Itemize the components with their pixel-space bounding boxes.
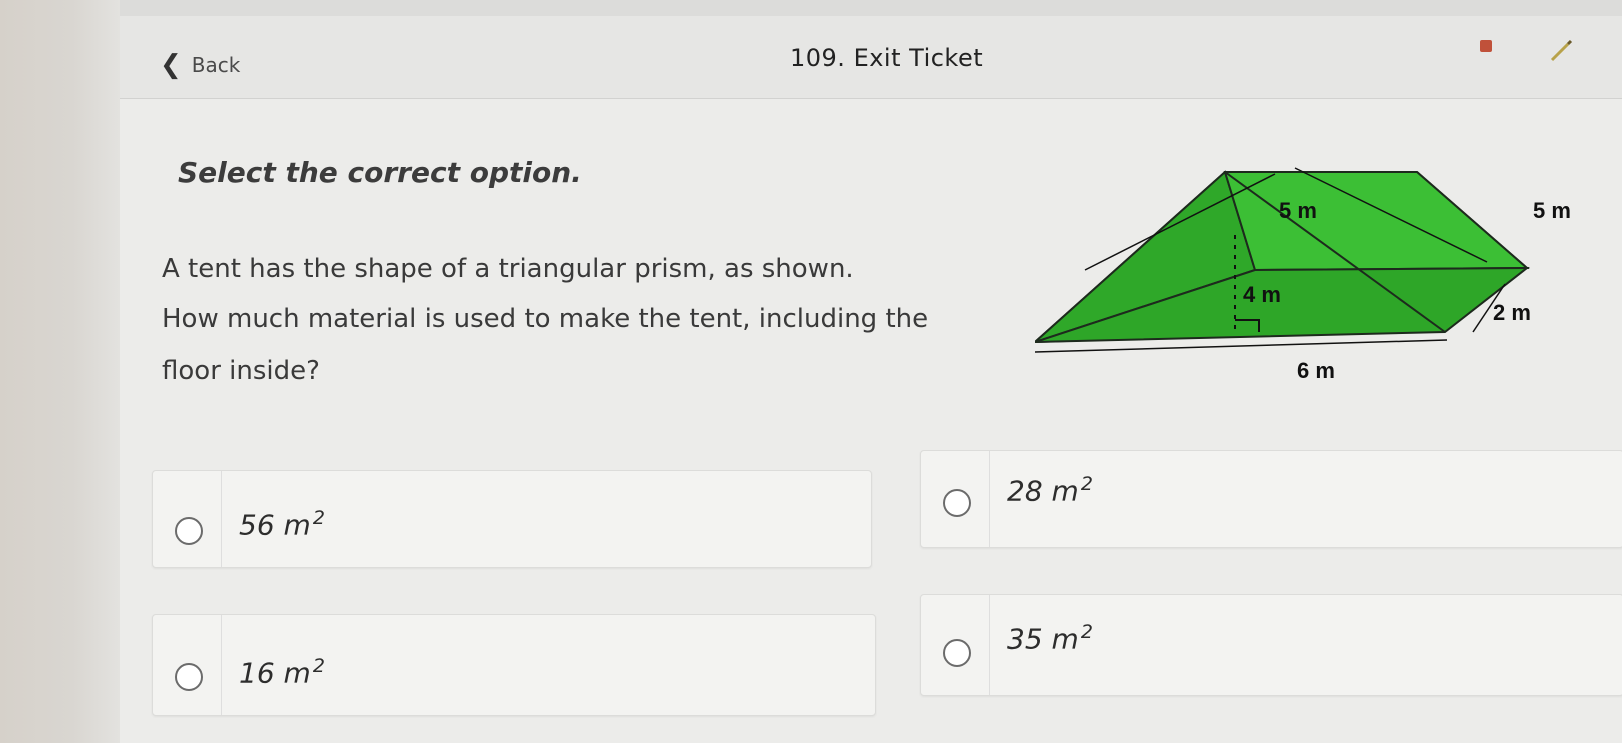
- tent-prism-diagram: 5 m 5 m 4 m 2 m 6 m: [1035, 167, 1571, 383]
- question-line-2: How much material is used to make the te…: [162, 304, 929, 334]
- header-bar: ❮ Back 109. Exit Ticket: [120, 16, 1622, 99]
- arrow-base: [1035, 339, 1448, 353]
- option-text: 56 m2: [239, 507, 325, 542]
- label-2m: 2 m: [1493, 300, 1531, 325]
- device-bezel: [0, 0, 120, 743]
- answer-option-28[interactable]: 28 m2: [920, 450, 1622, 548]
- option-divider: [221, 615, 222, 715]
- screen: ❮ Back 109. Exit Ticket Select the corre…: [120, 0, 1622, 743]
- radio-button[interactable]: [943, 639, 971, 667]
- question-line-1: A tent has the shape of a triangular pri…: [162, 254, 854, 284]
- chevron-left-icon: ❮: [160, 50, 182, 80]
- label-5m-right: 5 m: [1533, 198, 1571, 223]
- answer-option-35[interactable]: 35 m2: [920, 594, 1622, 696]
- answer-option-56[interactable]: 56 m2: [152, 470, 872, 568]
- question-line-3: floor inside?: [162, 356, 320, 386]
- page-title: 109. Exit Ticket: [790, 44, 984, 72]
- option-text: 28 m2: [1007, 473, 1093, 508]
- label-6m: 6 m: [1297, 358, 1335, 383]
- label-5m-left: 5 m: [1279, 198, 1317, 223]
- label-4m: 4 m: [1243, 282, 1281, 307]
- radio-button[interactable]: [943, 489, 971, 517]
- pencil-icon[interactable]: [1548, 38, 1574, 64]
- back-label: Back: [191, 53, 241, 77]
- back-button[interactable]: ❮ Back: [160, 52, 240, 78]
- browser-top-strip: [120, 0, 1622, 16]
- option-text: 35 m2: [1007, 621, 1093, 656]
- radio-button[interactable]: [175, 517, 203, 545]
- answer-option-16[interactable]: 16 m2: [152, 614, 876, 716]
- radio-button[interactable]: [175, 663, 203, 691]
- option-text: 16 m2: [239, 655, 325, 690]
- flag-icon[interactable]: [1480, 40, 1492, 52]
- instruction: Select the correct option.: [178, 156, 582, 189]
- option-divider: [989, 595, 990, 695]
- option-divider: [989, 451, 990, 547]
- option-divider: [221, 471, 222, 567]
